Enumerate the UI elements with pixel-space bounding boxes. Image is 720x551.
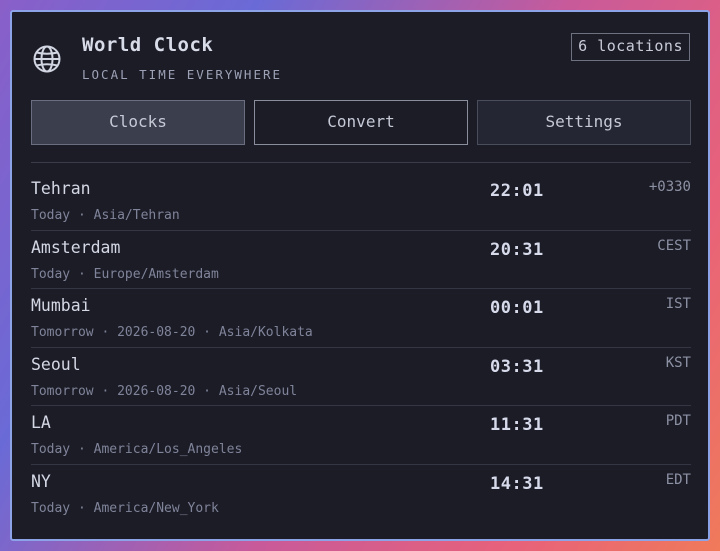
timezone-abbr: EDT [665, 471, 691, 488]
city-name: LA [31, 413, 51, 432]
header: World Clock LOCAL TIME EVERYWHERE 6 loca… [12, 12, 708, 102]
clock-row-amsterdam[interactable]: Amsterdam Today · Europe/Amsterdam 20:31… [31, 231, 691, 289]
world-clock-window: World Clock LOCAL TIME EVERYWHERE 6 loca… [10, 10, 710, 541]
city-name: Seoul [31, 354, 81, 374]
city-name: NY [31, 471, 51, 491]
clock-row-ny[interactable]: NY Today · America/New_York 14:31 EDT [31, 465, 691, 524]
app-title: World Clock [82, 34, 214, 56]
clock-list: Tehran Today · Asia/Tehran 22:01 +0330 A… [31, 172, 691, 523]
clock-meta: Tomorrow · 2026-08-20 · Asia/Seoul [31, 383, 298, 399]
clock-row-la[interactable]: LA Today · America/Los_Angeles 11:31 PDT [31, 406, 691, 465]
clock-row-mumbai[interactable]: Mumbai Tomorrow · 2026-08-20 · Asia/Kolk… [31, 289, 691, 348]
tab-settings[interactable]: Settings [477, 100, 691, 145]
clock-time: 00:01 [490, 298, 544, 318]
clock-meta: Today · Asia/Tehran [31, 208, 180, 223]
tab-convert[interactable]: Convert [254, 100, 468, 145]
tab-bar: Clocks Convert Settings [31, 100, 691, 145]
clock-meta: Today · Europe/Amsterdam [31, 266, 219, 282]
city-name: Amsterdam [31, 237, 121, 257]
clock-row-seoul[interactable]: Seoul Tomorrow · 2026-08-20 · Asia/Seoul… [31, 348, 691, 406]
timezone-abbr: +0330 [648, 179, 691, 195]
app-subtitle: LOCAL TIME EVERYWHERE [82, 67, 283, 82]
clock-time: 03:31 [490, 356, 544, 377]
divider [31, 162, 691, 163]
timezone-abbr: KST [665, 354, 691, 371]
clock-time: 14:31 [490, 473, 544, 494]
tab-clocks[interactable]: Clocks [31, 100, 245, 145]
clock-time: 11:31 [490, 415, 544, 435]
globe-icon [32, 44, 62, 74]
city-name: Mumbai [31, 296, 91, 315]
clock-meta: Today · America/New_York [31, 500, 219, 516]
city-name: Tehran [31, 179, 91, 198]
clock-time: 20:31 [490, 239, 544, 260]
clock-meta: Tomorrow · 2026-08-20 · Asia/Kolkata [31, 325, 313, 340]
clock-time: 22:01 [490, 181, 544, 201]
clock-row-tehran[interactable]: Tehran Today · Asia/Tehran 22:01 +0330 [31, 172, 691, 231]
locations-count-badge: 6 locations [571, 33, 690, 61]
timezone-abbr: CEST [657, 237, 691, 254]
clock-meta: Today · America/Los_Angeles [31, 442, 243, 457]
timezone-abbr: PDT [665, 413, 691, 429]
timezone-abbr: IST [665, 296, 691, 312]
